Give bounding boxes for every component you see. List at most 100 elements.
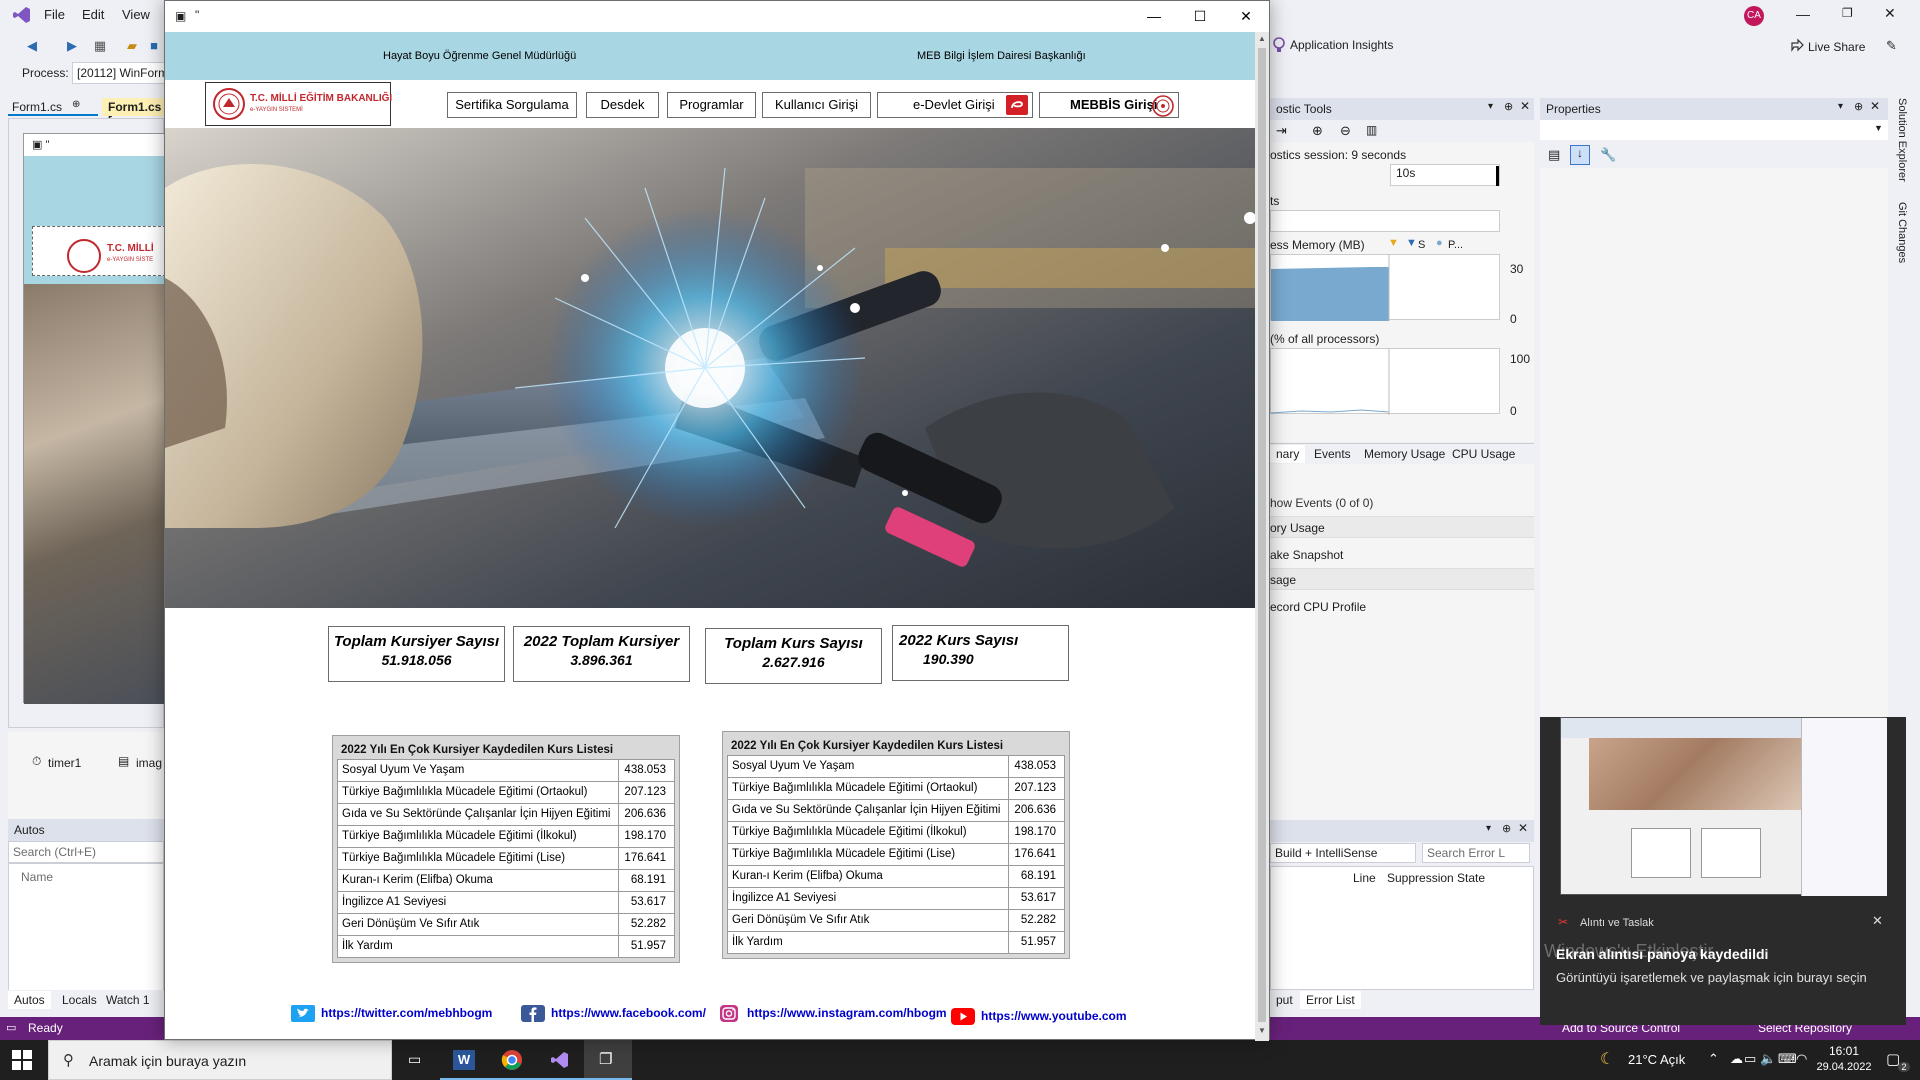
chrome-taskbar-icon[interactable] [488,1040,536,1080]
course-name: Kuran-ı Kerim (Elifba) Okuma [342,874,493,886]
account-avatar[interactable]: CA [1744,6,1764,26]
properties-object-selector[interactable]: ▼ [1540,120,1888,140]
toast-close-icon[interactable]: ✕ [1872,913,1883,929]
header-right-text: MEB Bilgi İşlem Dairesi Başkanlığı [917,50,1086,62]
winforms-app-taskbar-icon[interactable]: ❐ [584,1040,632,1080]
close-panel-icon[interactable]: ✕ [1870,99,1880,113]
tab-memory-usage[interactable]: Memory Usage [1358,445,1451,463]
diag-toolbar: ⇥ ⊕ ⊖ ▥ [1270,120,1534,142]
app-minimize-button[interactable]: — [1131,1,1177,31]
open-folder-icon[interactable]: ▰ [124,38,140,54]
pin-icon[interactable]: ⊕ [1854,100,1863,113]
app-maximize-button[interactable]: ☐ [1177,1,1223,31]
dropdown-icon[interactable]: ▾ [1488,101,1493,112]
visual-studio-taskbar-icon[interactable] [536,1040,584,1080]
clock-time[interactable]: 16:01 [1818,1044,1870,1058]
tab-autos[interactable]: Autos [8,991,51,1009]
zoom-in-icon[interactable]: ⊕ [1312,123,1323,139]
app-insights-icon [1272,37,1286,53]
scrollbar-thumb[interactable] [1258,48,1266,1022]
tab-output[interactable]: put [1270,991,1299,1009]
categorized-icon[interactable]: ▤ [1548,147,1560,163]
back-icon[interactable]: ◀ [24,38,40,54]
error-filter-dropdown[interactable]: Build + IntelliSense [1270,843,1416,863]
app-close-button[interactable]: ✕ [1223,1,1269,31]
component-timer1[interactable]: timer1 [48,756,81,770]
tab-watch1[interactable]: Watch 1 [100,991,156,1009]
sertifika-sorgulama-button[interactable]: Sertifika Sorgulama [447,92,577,118]
take-snapshot-button[interactable]: ake Snapshot [1270,548,1343,562]
restore-icon[interactable]: ❐ [1842,6,1853,20]
close-panel-icon[interactable]: ✕ [1518,821,1528,835]
scroll-up-icon[interactable]: ▲ [1258,34,1266,43]
process-dropdown[interactable]: [20112] WinForm [72,62,172,84]
tab-form1-designer[interactable]: Form1.cs [ [102,98,164,128]
component-imagelist[interactable]: imag [136,756,162,770]
tab-form1-cs[interactable]: Form1.cs ⊕ [8,98,98,116]
facebook-link[interactable]: https://www.facebook.com/ [521,1004,706,1024]
tab-cpu-usage[interactable]: CPU Usage [1446,445,1521,463]
onedrive-icon[interactable]: ☁ [1730,1051,1743,1067]
forward-icon[interactable]: ▶ [64,38,80,54]
app-vertical-scrollbar[interactable]: ▲ ▼ [1255,32,1269,1041]
snipping-tool-icon: ✂ [1558,915,1569,929]
course-name: Türkiye Bağımlılıkla Mücadele Eğitimi (L… [342,852,566,864]
programlar-button[interactable]: Programlar [667,92,756,118]
solution-explorer-tab[interactable]: Solution Explorer [1896,98,1908,182]
pin-icon[interactable]: ⊕ [72,99,80,110]
battery-icon[interactable]: ▭ [1744,1051,1756,1067]
alphabetical-icon[interactable]: ↓ [1570,145,1590,165]
tab-locals[interactable]: Locals [56,991,103,1009]
youtube-link[interactable]: https://www.youtube.com [951,1007,1151,1027]
kullanici-girisi-button[interactable]: Kullanıcı Girişi [762,92,871,118]
zoom-out-icon[interactable]: ⊖ [1340,123,1351,139]
menu-view[interactable]: View [122,7,150,22]
wrench-icon[interactable]: 🔧 [1600,147,1616,163]
feedback-icon[interactable]: ✎ [1886,38,1897,54]
e-devlet-girisi-button[interactable]: e-Devlet Girişi [877,92,1033,118]
close-icon[interactable]: ✕ [1884,5,1896,22]
export-icon[interactable]: ⇥ [1276,123,1287,139]
weather-text[interactable]: 21°C Açık [1628,1052,1685,1067]
volume-icon[interactable]: 🔈 [1760,1051,1776,1067]
dropdown-icon[interactable]: ▾ [1838,101,1843,112]
tab-events[interactable]: Events [1308,445,1357,463]
autos-search-input[interactable]: Search (Ctrl+E) [8,841,164,863]
git-changes-tab[interactable]: Git Changes [1896,202,1908,263]
close-panel-icon[interactable]: ✕ [1520,99,1530,113]
tab-summary[interactable]: nary [1270,445,1306,463]
task-view-icon[interactable]: ▭ [392,1040,440,1080]
meb-logo[interactable]: T.C. MİLLİ EĞİTİM BAKANLIĞI e-YAYGIN SİS… [205,82,392,126]
instagram-link[interactable]: https://www.instagram.com/hbogm [717,1004,947,1024]
scroll-down-icon[interactable]: ▼ [1258,1026,1266,1035]
save-icon[interactable]: ■ [146,38,162,54]
app-insights-button[interactable]: Application Insights [1290,38,1393,52]
taskbar-search-box[interactable]: ⚲ Aramak için buraya yazın [48,1040,392,1080]
dropdown-icon[interactable]: ▾ [1486,823,1491,834]
course-row: Sosyal Uyum Ve Yaşam 438.053 [337,759,675,782]
snip-notification[interactable]: ✂ Alıntı ve Taslak ✕ Windows'u Etkinleşt… [1540,717,1906,1025]
course-row: Türkiye Bağımlılıkla Mücadele Eğitimi (O… [337,781,675,804]
language-icon[interactable]: ⌨ [1778,1051,1797,1067]
word-taskbar-icon[interactable]: W [440,1040,488,1080]
tab-error-list[interactable]: Error List [1300,991,1361,1009]
pin-icon[interactable]: ⊕ [1502,822,1511,835]
mebbis-girisi-button[interactable]: MEBBİS Girişi [1039,92,1179,118]
clock-date[interactable]: 29.04.2022 [1810,1061,1878,1073]
new-project-icon[interactable]: ▦ [92,38,108,54]
menu-edit[interactable]: Edit [82,7,104,22]
live-share-button[interactable]: Live Share [1808,40,1865,54]
tray-chevron-icon[interactable]: ⌃ [1708,1051,1719,1067]
windows-start-icon[interactable] [12,1050,32,1070]
show-events-link[interactable]: how Events (0 of 0) [1270,496,1373,510]
twitter-link[interactable]: https://twitter.com/mebhbogm [291,1004,511,1024]
pin-icon[interactable]: ⊕ [1504,100,1513,113]
minimize-icon[interactable]: — [1796,6,1810,22]
record-cpu-profile-button[interactable]: ecord CPU Profile [1270,600,1366,614]
desdek-button[interactable]: Desdek [586,92,659,118]
chart-icon[interactable]: ▥ [1366,123,1377,137]
error-search-input[interactable]: Search Error L [1422,843,1530,863]
menu-file[interactable]: File [44,7,65,22]
snip-thumbnail [1560,717,1887,896]
network-icon[interactable]: ◠ [1796,1051,1807,1067]
